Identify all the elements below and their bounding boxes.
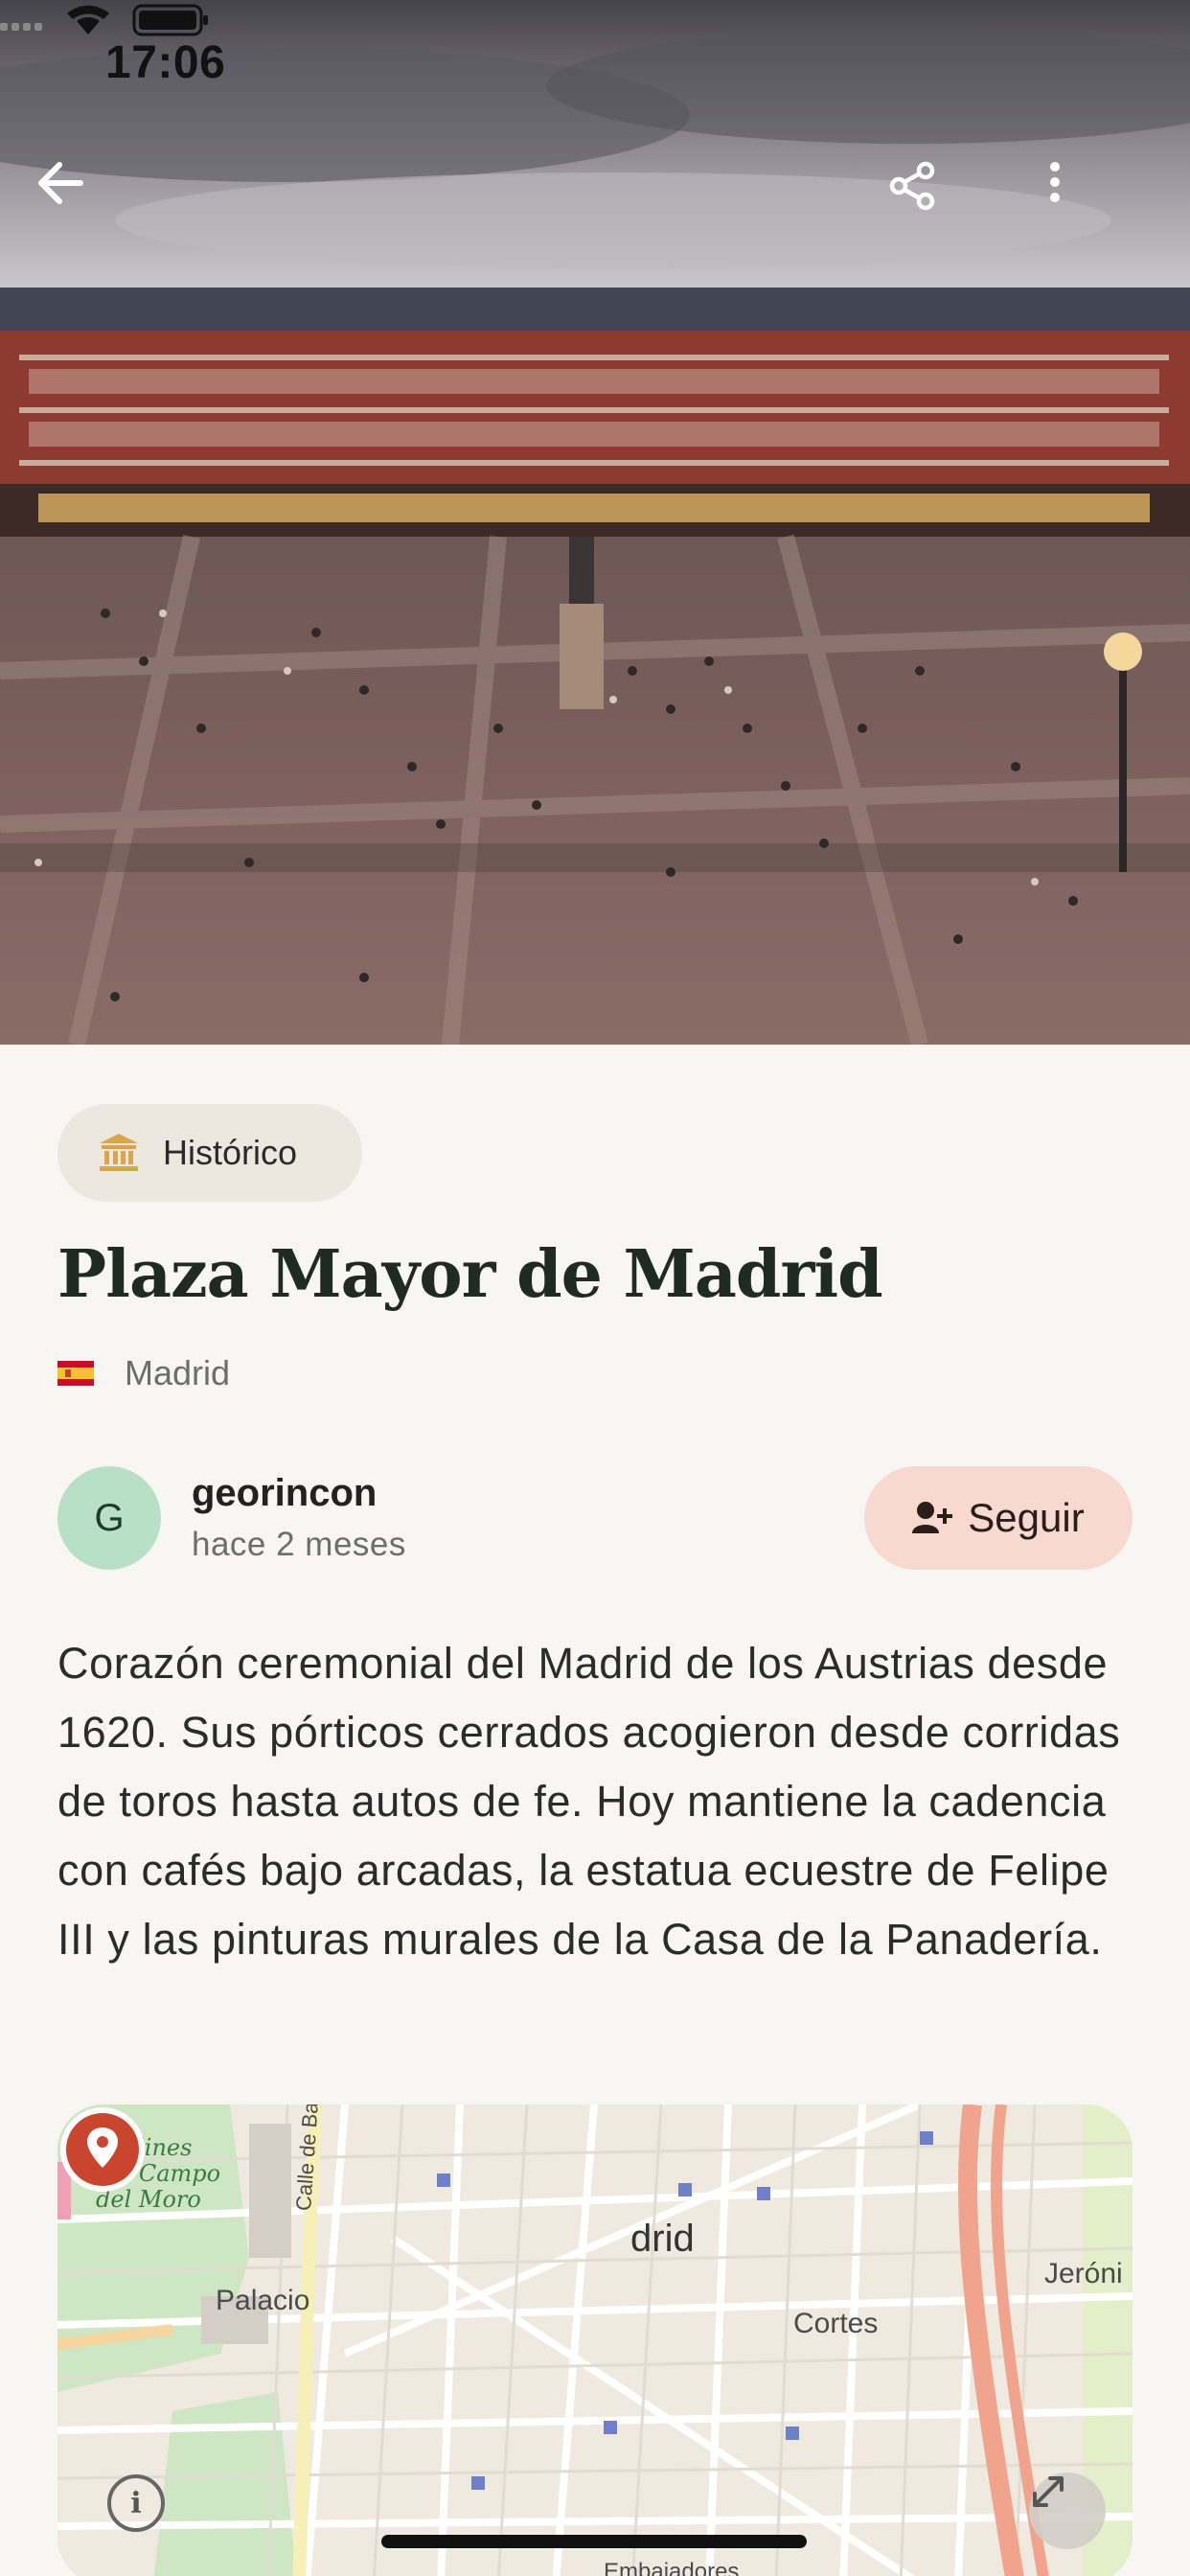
back-button[interactable] [36, 161, 125, 249]
hero-photo: 17:06 [0, 0, 1190, 1045]
home-indicator[interactable] [381, 2535, 807, 2548]
place-description: Corazón ceremonial del Madrid de los Aus… [57, 1639, 1121, 1964]
map-label-palace: Palacio [216, 2285, 310, 2316]
category-label: Histórico [163, 1133, 298, 1172]
share-button[interactable] [887, 161, 975, 249]
map-expand-button[interactable] [1029, 2472, 1106, 2549]
landmark-icon [100, 1134, 138, 1171]
map-label-city: drid [630, 2218, 695, 2260]
map-preview[interactable]: Jardines del Campo del Moro Calle de Bai… [57, 2104, 1133, 2576]
person-add-icon [912, 1502, 953, 1533]
category-chip[interactable]: Histórico [57, 1104, 362, 1202]
status-icons [0, 4, 208, 36]
spain-flag-icon [57, 1361, 94, 1386]
more-vertical-icon [1050, 162, 1060, 202]
expand-icon [1033, 2476, 1064, 2507]
location-pin-icon[interactable] [57, 2104, 148, 2195]
post-time: hace 2 meses [192, 1526, 406, 1563]
follow-button[interactable]: Seguir [864, 1466, 1133, 1570]
info-icon: i [130, 2486, 142, 2520]
follow-label: Seguir [968, 1495, 1085, 1540]
battery-icon [132, 4, 208, 36]
map-label-embajadores: Embajadores [604, 2559, 740, 2576]
map-label-cortes: Cortes [793, 2308, 879, 2339]
map-label-jeronimos: Jeróni [1044, 2258, 1123, 2289]
status-bar: 17:06 [0, 0, 1190, 125]
author-username[interactable]: georincon [192, 1472, 377, 1515]
location-row: Madrid [57, 1349, 230, 1397]
place-title: Plaza Mayor de Madrid [57, 1236, 883, 1313]
screen: 17:06 Histórico Plaza Mayor de Madrid Ma… [0, 0, 1190, 2576]
share-icon [889, 161, 935, 211]
avatar[interactable]: G [57, 1466, 161, 1570]
arrow-left-icon [38, 162, 83, 204]
more-options-button[interactable] [1048, 161, 1136, 249]
author-row: G georincon hace 2 meses Seguir [57, 1466, 1133, 1572]
status-time: 17:06 [105, 37, 226, 88]
location-label: Madrid [125, 1353, 231, 1392]
plaza-photo-illustration [0, 0, 1190, 1045]
wifi-icon [67, 5, 109, 34]
signal-icon [0, 23, 42, 31]
map-attribution-button[interactable]: i [107, 2474, 165, 2532]
